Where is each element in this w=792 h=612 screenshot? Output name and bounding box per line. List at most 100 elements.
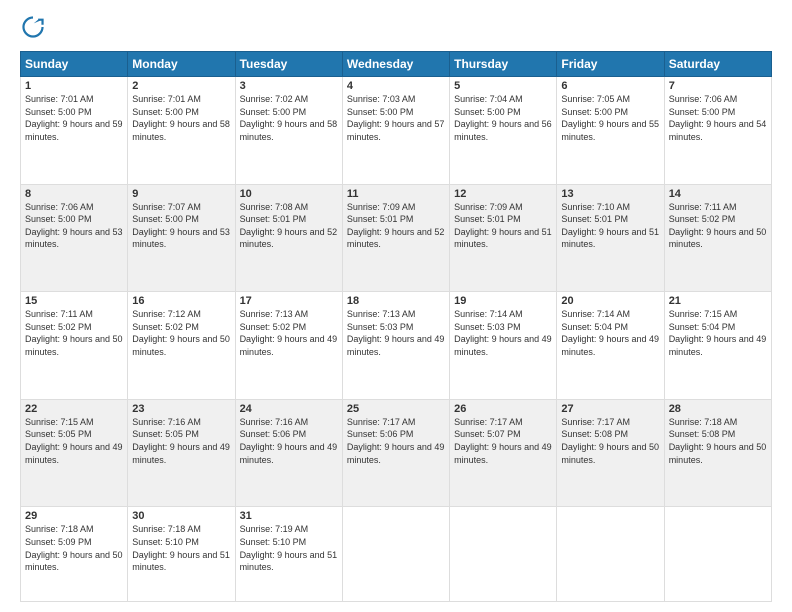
day-number: 18 bbox=[347, 295, 445, 307]
day-info: Sunrise: 7:19 AM Sunset: 5:10 PM Dayligh… bbox=[240, 523, 338, 573]
calendar-cell: 24 Sunrise: 7:16 AM Sunset: 5:06 PM Dayl… bbox=[235, 399, 342, 507]
calendar-cell: 7 Sunrise: 7:06 AM Sunset: 5:00 PM Dayli… bbox=[664, 77, 771, 185]
calendar-cell: 15 Sunrise: 7:11 AM Sunset: 5:02 PM Dayl… bbox=[21, 292, 128, 400]
day-number: 9 bbox=[132, 188, 230, 200]
col-header-sunday: Sunday bbox=[21, 52, 128, 77]
calendar-cell bbox=[342, 507, 449, 602]
calendar-week-row: 1 Sunrise: 7:01 AM Sunset: 5:00 PM Dayli… bbox=[21, 77, 772, 185]
day-number: 2 bbox=[132, 80, 230, 92]
calendar-cell: 26 Sunrise: 7:17 AM Sunset: 5:07 PM Dayl… bbox=[450, 399, 557, 507]
day-number: 17 bbox=[240, 295, 338, 307]
calendar-cell bbox=[664, 507, 771, 602]
calendar-cell: 31 Sunrise: 7:19 AM Sunset: 5:10 PM Dayl… bbox=[235, 507, 342, 602]
calendar-cell: 23 Sunrise: 7:16 AM Sunset: 5:05 PM Dayl… bbox=[128, 399, 235, 507]
day-info: Sunrise: 7:02 AM Sunset: 5:00 PM Dayligh… bbox=[240, 93, 338, 143]
calendar-cell: 13 Sunrise: 7:10 AM Sunset: 5:01 PM Dayl… bbox=[557, 184, 664, 292]
calendar-cell: 4 Sunrise: 7:03 AM Sunset: 5:00 PM Dayli… bbox=[342, 77, 449, 185]
logo bbox=[20, 16, 46, 43]
day-info: Sunrise: 7:09 AM Sunset: 5:01 PM Dayligh… bbox=[347, 201, 445, 251]
day-number: 15 bbox=[25, 295, 123, 307]
page: SundayMondayTuesdayWednesdayThursdayFrid… bbox=[0, 0, 792, 612]
calendar-cell: 27 Sunrise: 7:17 AM Sunset: 5:08 PM Dayl… bbox=[557, 399, 664, 507]
day-info: Sunrise: 7:16 AM Sunset: 5:05 PM Dayligh… bbox=[132, 416, 230, 466]
day-number: 6 bbox=[561, 80, 659, 92]
col-header-tuesday: Tuesday bbox=[235, 52, 342, 77]
calendar-cell: 6 Sunrise: 7:05 AM Sunset: 5:00 PM Dayli… bbox=[557, 77, 664, 185]
day-number: 12 bbox=[454, 188, 552, 200]
calendar-header-row: SundayMondayTuesdayWednesdayThursdayFrid… bbox=[21, 52, 772, 77]
day-number: 25 bbox=[347, 403, 445, 415]
day-info: Sunrise: 7:06 AM Sunset: 5:00 PM Dayligh… bbox=[25, 201, 123, 251]
day-number: 19 bbox=[454, 295, 552, 307]
day-info: Sunrise: 7:10 AM Sunset: 5:01 PM Dayligh… bbox=[561, 201, 659, 251]
calendar-cell bbox=[450, 507, 557, 602]
day-number: 7 bbox=[669, 80, 767, 92]
calendar-cell: 16 Sunrise: 7:12 AM Sunset: 5:02 PM Dayl… bbox=[128, 292, 235, 400]
calendar-week-row: 29 Sunrise: 7:18 AM Sunset: 5:09 PM Dayl… bbox=[21, 507, 772, 602]
day-info: Sunrise: 7:08 AM Sunset: 5:01 PM Dayligh… bbox=[240, 201, 338, 251]
day-number: 28 bbox=[669, 403, 767, 415]
day-info: Sunrise: 7:17 AM Sunset: 5:08 PM Dayligh… bbox=[561, 416, 659, 466]
day-info: Sunrise: 7:04 AM Sunset: 5:00 PM Dayligh… bbox=[454, 93, 552, 143]
day-number: 8 bbox=[25, 188, 123, 200]
day-number: 4 bbox=[347, 80, 445, 92]
calendar-cell: 14 Sunrise: 7:11 AM Sunset: 5:02 PM Dayl… bbox=[664, 184, 771, 292]
calendar-cell: 3 Sunrise: 7:02 AM Sunset: 5:00 PM Dayli… bbox=[235, 77, 342, 185]
day-number: 3 bbox=[240, 80, 338, 92]
day-number: 31 bbox=[240, 510, 338, 522]
day-info: Sunrise: 7:03 AM Sunset: 5:00 PM Dayligh… bbox=[347, 93, 445, 143]
calendar-cell: 19 Sunrise: 7:14 AM Sunset: 5:03 PM Dayl… bbox=[450, 292, 557, 400]
day-info: Sunrise: 7:13 AM Sunset: 5:02 PM Dayligh… bbox=[240, 308, 338, 358]
col-header-monday: Monday bbox=[128, 52, 235, 77]
day-number: 27 bbox=[561, 403, 659, 415]
logo-icon bbox=[22, 16, 44, 38]
day-info: Sunrise: 7:18 AM Sunset: 5:08 PM Dayligh… bbox=[669, 416, 767, 466]
day-info: Sunrise: 7:15 AM Sunset: 5:04 PM Dayligh… bbox=[669, 308, 767, 358]
day-info: Sunrise: 7:06 AM Sunset: 5:00 PM Dayligh… bbox=[669, 93, 767, 143]
day-info: Sunrise: 7:12 AM Sunset: 5:02 PM Dayligh… bbox=[132, 308, 230, 358]
day-info: Sunrise: 7:17 AM Sunset: 5:06 PM Dayligh… bbox=[347, 416, 445, 466]
col-header-saturday: Saturday bbox=[664, 52, 771, 77]
calendar-table: SundayMondayTuesdayWednesdayThursdayFrid… bbox=[20, 51, 772, 602]
day-number: 1 bbox=[25, 80, 123, 92]
day-info: Sunrise: 7:13 AM Sunset: 5:03 PM Dayligh… bbox=[347, 308, 445, 358]
calendar-cell: 29 Sunrise: 7:18 AM Sunset: 5:09 PM Dayl… bbox=[21, 507, 128, 602]
day-info: Sunrise: 7:05 AM Sunset: 5:00 PM Dayligh… bbox=[561, 93, 659, 143]
day-number: 5 bbox=[454, 80, 552, 92]
day-info: Sunrise: 7:01 AM Sunset: 5:00 PM Dayligh… bbox=[25, 93, 123, 143]
calendar-cell: 28 Sunrise: 7:18 AM Sunset: 5:08 PM Dayl… bbox=[664, 399, 771, 507]
calendar-week-row: 22 Sunrise: 7:15 AM Sunset: 5:05 PM Dayl… bbox=[21, 399, 772, 507]
day-info: Sunrise: 7:17 AM Sunset: 5:07 PM Dayligh… bbox=[454, 416, 552, 466]
col-header-wednesday: Wednesday bbox=[342, 52, 449, 77]
day-info: Sunrise: 7:14 AM Sunset: 5:04 PM Dayligh… bbox=[561, 308, 659, 358]
calendar-cell: 11 Sunrise: 7:09 AM Sunset: 5:01 PM Dayl… bbox=[342, 184, 449, 292]
calendar-cell: 2 Sunrise: 7:01 AM Sunset: 5:00 PM Dayli… bbox=[128, 77, 235, 185]
calendar-cell: 20 Sunrise: 7:14 AM Sunset: 5:04 PM Dayl… bbox=[557, 292, 664, 400]
header bbox=[20, 16, 772, 43]
calendar-cell: 18 Sunrise: 7:13 AM Sunset: 5:03 PM Dayl… bbox=[342, 292, 449, 400]
day-number: 10 bbox=[240, 188, 338, 200]
day-info: Sunrise: 7:09 AM Sunset: 5:01 PM Dayligh… bbox=[454, 201, 552, 251]
calendar-cell: 21 Sunrise: 7:15 AM Sunset: 5:04 PM Dayl… bbox=[664, 292, 771, 400]
day-info: Sunrise: 7:18 AM Sunset: 5:09 PM Dayligh… bbox=[25, 523, 123, 573]
day-info: Sunrise: 7:11 AM Sunset: 5:02 PM Dayligh… bbox=[669, 201, 767, 251]
day-number: 21 bbox=[669, 295, 767, 307]
col-header-thursday: Thursday bbox=[450, 52, 557, 77]
calendar-cell: 22 Sunrise: 7:15 AM Sunset: 5:05 PM Dayl… bbox=[21, 399, 128, 507]
calendar-cell: 9 Sunrise: 7:07 AM Sunset: 5:00 PM Dayli… bbox=[128, 184, 235, 292]
calendar-cell: 25 Sunrise: 7:17 AM Sunset: 5:06 PM Dayl… bbox=[342, 399, 449, 507]
day-number: 16 bbox=[132, 295, 230, 307]
day-info: Sunrise: 7:07 AM Sunset: 5:00 PM Dayligh… bbox=[132, 201, 230, 251]
calendar-cell: 1 Sunrise: 7:01 AM Sunset: 5:00 PM Dayli… bbox=[21, 77, 128, 185]
day-info: Sunrise: 7:18 AM Sunset: 5:10 PM Dayligh… bbox=[132, 523, 230, 573]
day-number: 13 bbox=[561, 188, 659, 200]
day-number: 24 bbox=[240, 403, 338, 415]
day-number: 20 bbox=[561, 295, 659, 307]
day-info: Sunrise: 7:01 AM Sunset: 5:00 PM Dayligh… bbox=[132, 93, 230, 143]
day-number: 26 bbox=[454, 403, 552, 415]
calendar-cell: 30 Sunrise: 7:18 AM Sunset: 5:10 PM Dayl… bbox=[128, 507, 235, 602]
day-info: Sunrise: 7:16 AM Sunset: 5:06 PM Dayligh… bbox=[240, 416, 338, 466]
day-number: 11 bbox=[347, 188, 445, 200]
calendar-cell: 17 Sunrise: 7:13 AM Sunset: 5:02 PM Dayl… bbox=[235, 292, 342, 400]
calendar-cell: 10 Sunrise: 7:08 AM Sunset: 5:01 PM Dayl… bbox=[235, 184, 342, 292]
